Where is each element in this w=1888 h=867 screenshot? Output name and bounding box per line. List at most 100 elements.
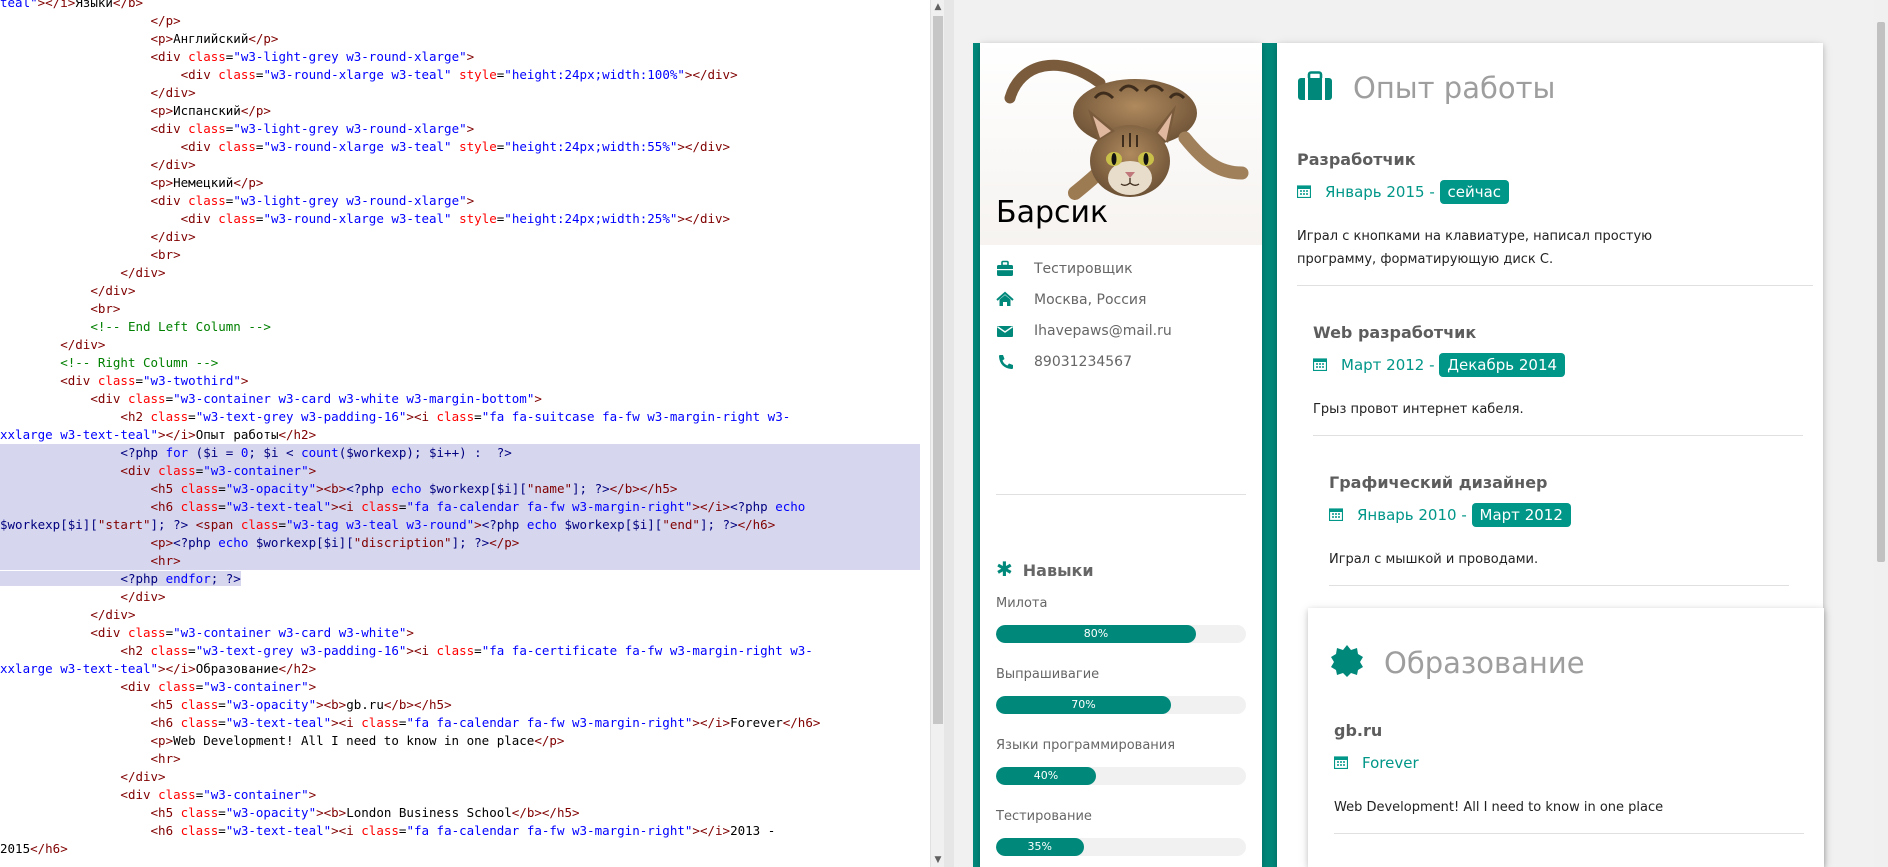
code-token: ></i> [692,715,731,730]
code-token: = [135,373,144,388]
code-line[interactable]: </div> [0,264,920,282]
code-line[interactable]: <hr> [0,750,920,768]
code-token: "height:24px;width:55%" [504,139,678,154]
code-token: ></div> [677,211,731,226]
code-line[interactable]: teal"></i>Языки</b> [0,0,920,12]
code-line[interactable]: <div class="w3-light-grey w3-round-xlarg… [0,48,920,66]
code-line[interactable]: <div class="w3-round-xlarge w3-teal" sty… [0,210,920,228]
code-line[interactable]: xxlarge w3-text-teal"></i>Опыт работы</h… [0,426,920,444]
code-token: class [436,409,475,424]
code-line[interactable]: </div> [0,768,920,786]
work-heading: Опыт работы [1297,71,1555,105]
code-line[interactable]: <h2 class="w3-text-grey w3-padding-16"><… [0,642,920,660]
code-line[interactable]: </div> [0,228,920,246]
code-line[interactable]: <h5 class="w3-opacity"><b>gb.ru</b></h5> [0,696,920,714]
editor-scrollbar[interactable]: ▲ ▼ [930,0,945,867]
code-editor[interactable]: teal"></i>Языки</b> </p> <p>Английский</… [0,0,930,867]
code-token: <div [180,139,219,154]
code-lines[interactable]: teal"></i>Языки</b> </p> <p>Английский</… [0,0,920,858]
code-token: <div [150,49,189,64]
code-line[interactable]: <div class="w3-container w3-card w3-whit… [0,624,920,642]
code-token: "end" [662,517,700,532]
code-line[interactable]: <div class="w3-round-xlarge w3-teal" sty… [0,138,920,156]
code-token: style [459,211,497,226]
code-token: <?php [120,571,166,586]
code-token: class [188,49,226,64]
code-line[interactable]: <div class="w3-container w3-card w3-whit… [0,390,920,408]
code-line[interactable]: <p>Испанский</p> [0,102,920,120]
skills-title-text: Навыки [1022,561,1094,580]
code-line[interactable]: <h6 class="w3-text-teal"><i class="fa fa… [0,714,920,732]
code-line[interactable]: <br> [0,300,920,318]
code-token: ><b> [316,697,347,712]
code-token: "name" [526,481,572,496]
pane-splitter[interactable] [944,0,954,867]
skill-label: Языки программирования [996,738,1176,753]
code-line[interactable]: </div> [0,84,920,102]
code-line[interactable]: </div> [0,588,920,606]
job-start: Март 2012 - [1341,356,1435,374]
preview-scrollbar[interactable] [1874,0,1888,867]
code-line[interactable]: </div> [0,156,920,174]
code-line[interactable]: <?php for ($i = 0; $i < count($workexp);… [0,444,920,462]
code-token: 2013 - [730,823,776,838]
code-line[interactable]: <div class="w3-light-grey w3-round-xlarg… [0,192,920,210]
code-line[interactable]: xxlarge w3-text-teal"></i>Образование</h… [0,660,920,678]
code-token: = [218,499,226,514]
code-token: <!-- Right Column --> [60,355,219,370]
code-line[interactable]: $workexp[$i]["start"]; ?> <span class="w… [0,516,920,534]
code-line[interactable]: <h5 class="w3-opacity"><b>London Busines… [0,804,920,822]
code-line[interactable]: </div> [0,606,920,624]
scroll-down-arrow-icon[interactable]: ▼ [931,853,945,867]
code-token: </b> [112,0,144,10]
cat-photo: Барсик [980,43,1262,245]
code-token: <?php [481,517,527,532]
code-line[interactable]: <div class="w3-light-grey w3-round-xlarg… [0,120,920,138]
code-token: ></div> [684,67,738,82]
code-token: echo [218,535,249,550]
code-line[interactable]: <?php endfor; ?> [0,570,920,588]
code-token: style [459,139,497,154]
code-line[interactable]: </div> [0,336,920,354]
code-token: <div [120,463,159,478]
code-token: <div [150,121,189,136]
code-token: = [218,697,226,712]
code-line[interactable]: 2015</h6> [0,840,920,858]
code-line[interactable]: </div> [0,282,920,300]
code-line[interactable]: <h5 class="w3-opacity"><b><?php echo $wo… [0,480,920,498]
code-line[interactable]: </p> [0,12,920,30]
job-name: Разработчик [1297,150,1416,169]
scroll-up-arrow-icon[interactable]: ▲ [931,0,945,14]
code-line[interactable]: <hr> [0,552,920,570]
code-line[interactable]: <p><?php echo $workexp[$i]["discription"… [0,534,920,552]
code-token: = [218,715,226,730]
code-line[interactable]: <h2 class="w3-text-grey w3-padding-16"><… [0,408,920,426]
code-token: <h5 [150,481,181,496]
code-token: class [218,139,256,154]
code-line[interactable]: <!-- End Left Column --> [0,318,920,336]
code-line[interactable]: <br> [0,246,920,264]
code-line[interactable]: <div class="w3-container"> [0,786,920,804]
code-line[interactable]: <!-- Right Column --> [0,354,920,372]
code-line[interactable]: <div class="w3-twothird"> [0,372,920,390]
code-line[interactable]: <p>Web Development! All I need to know i… [0,732,920,750]
preview-scrollbar-thumb[interactable] [1877,22,1885,562]
code-line[interactable]: <div class="w3-container"> [0,462,920,480]
asterisk-icon: ✱ [996,557,1013,581]
code-line[interactable]: <div class="w3-round-xlarge w3-teal" sty… [0,66,920,84]
code-line[interactable]: <div class="w3-container"> [0,678,920,696]
editor-scrollbar-thumb[interactable] [933,16,943,724]
code-line[interactable]: <p>Немецкий</p> [0,174,920,192]
code-line[interactable]: <h6 class="w3-text-teal"><i class="fa fa… [0,498,920,516]
code-line[interactable]: <h6 class="w3-text-teal"><i class="fa fa… [0,822,920,840]
code-line[interactable]: <p>Английский</p> [0,30,920,48]
